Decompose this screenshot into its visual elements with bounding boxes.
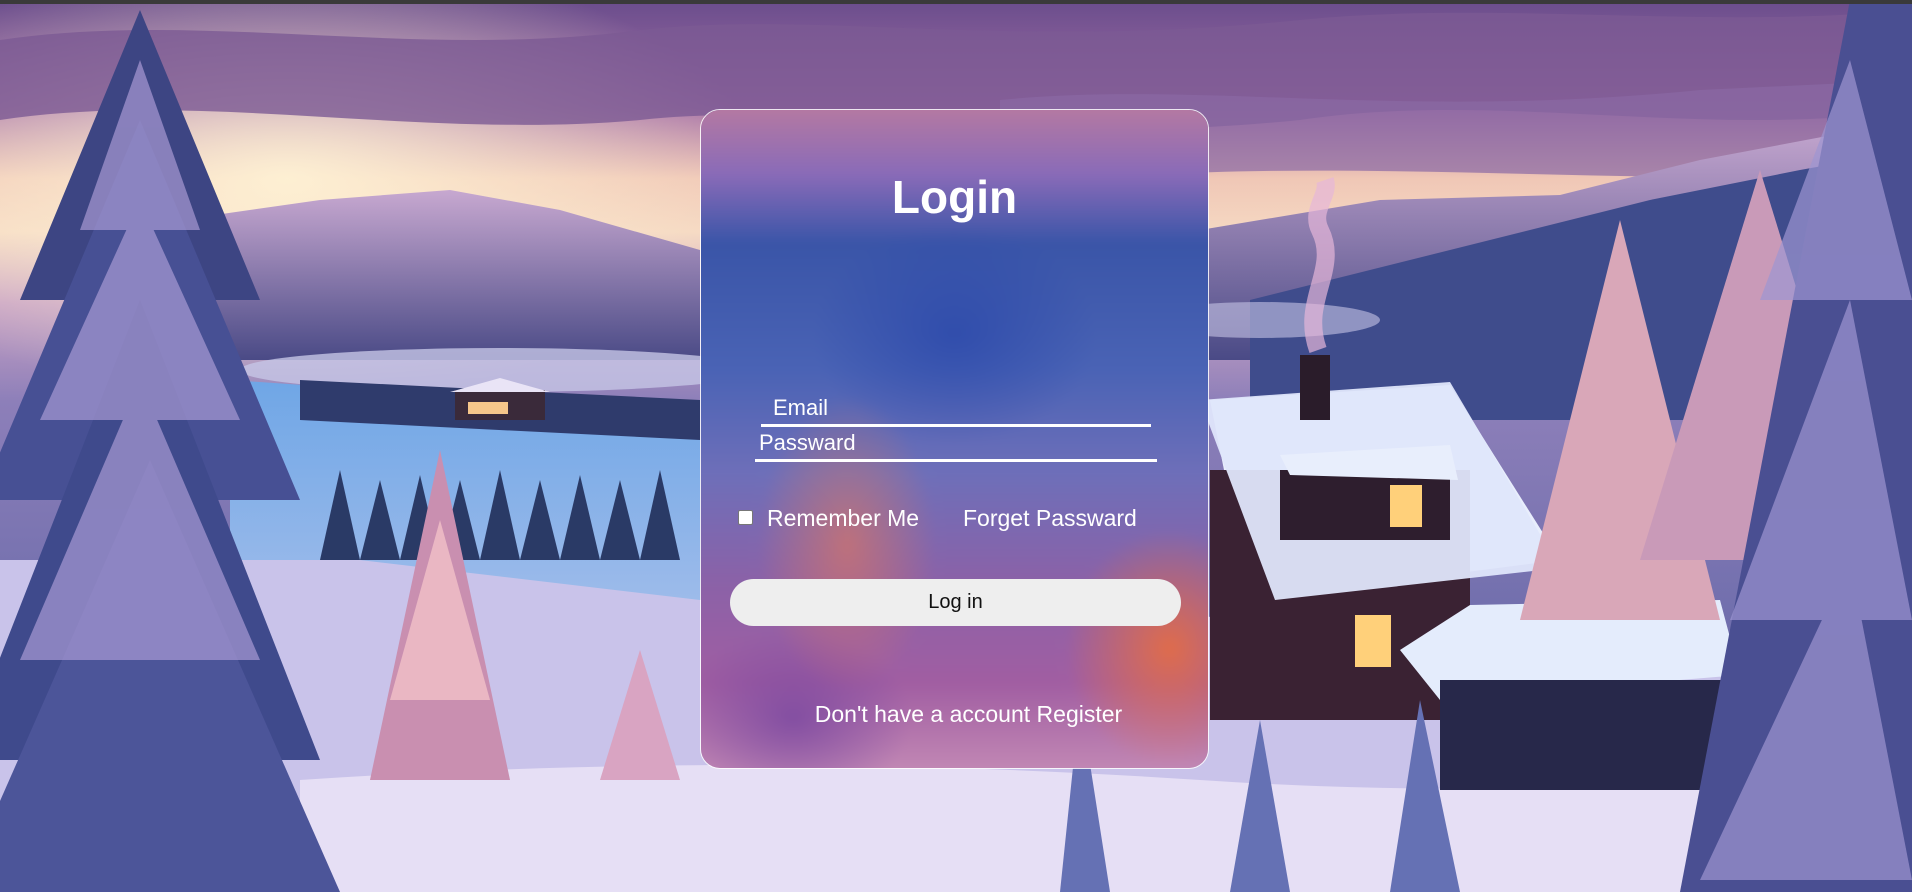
register-row: Don't have a account Register xyxy=(701,701,1208,728)
register-prompt: Don't have a account xyxy=(814,701,1031,727)
window-top-border xyxy=(0,0,1912,4)
password-field[interactable] xyxy=(755,427,1157,462)
register-link[interactable]: Register xyxy=(1037,701,1123,727)
login-card: Login Remember Me Forget Passward Log in… xyxy=(700,109,1209,769)
email-input[interactable] xyxy=(761,392,1151,424)
password-input[interactable] xyxy=(755,427,1157,459)
remember-me-checkbox[interactable] xyxy=(738,510,753,525)
login-title: Login xyxy=(891,171,1018,223)
forget-password-link[interactable]: Forget Passward xyxy=(963,505,1137,532)
email-field[interactable] xyxy=(761,392,1151,427)
login-button[interactable]: Log in xyxy=(730,579,1181,626)
remember-me-label: Remember Me xyxy=(767,505,920,531)
